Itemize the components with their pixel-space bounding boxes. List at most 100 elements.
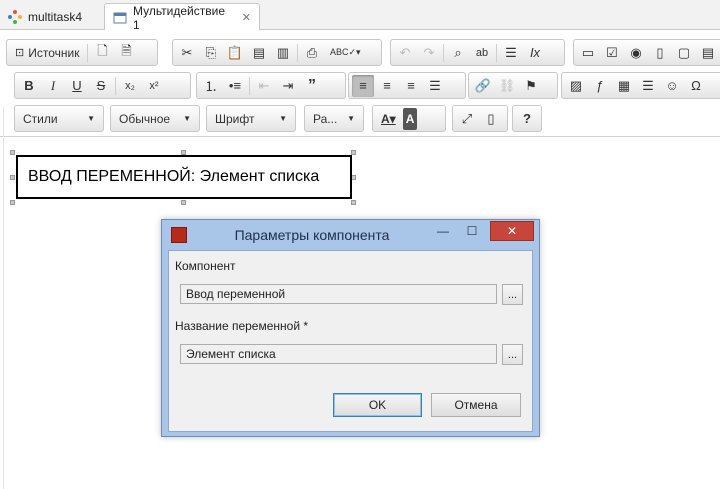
find-icon[interactable]: ⌕ <box>447 42 469 64</box>
toolbar-separator <box>249 76 250 95</box>
align-right-icon[interactable]: ≡ <box>400 75 422 97</box>
app-dots-icon <box>8 9 22 24</box>
background-color-icon[interactable]: A <box>402 107 418 130</box>
underline-icon[interactable]: U <box>66 75 88 97</box>
tab-close-icon[interactable]: ✕ <box>242 11 251 24</box>
blockquote-icon[interactable]: ” <box>301 75 323 97</box>
superscript-icon[interactable]: x² <box>143 75 165 97</box>
toolbar-group-paragraph: ⒈ •≡ ⇤ ⇥ ” <box>196 72 346 99</box>
flash-icon[interactable]: ƒ <box>589 75 611 97</box>
paste-icon[interactable]: 📋 <box>224 42 246 64</box>
ok-button[interactable]: OK <box>333 393 422 417</box>
numbered-list-icon[interactable]: ⒈ <box>200 75 222 97</box>
toolbar-divider <box>0 136 720 137</box>
close-button[interactable]: ✕ <box>490 221 534 241</box>
align-left-icon[interactable]: ≡ <box>352 74 374 97</box>
outdent-icon[interactable]: ⇤ <box>253 75 275 97</box>
cancel-button[interactable]: Отмена <box>431 393 521 417</box>
table-icon[interactable]: ▦ <box>613 75 635 97</box>
chevron-down-icon: ▼ <box>279 114 287 123</box>
unlink-icon[interactable]: ⛓ <box>496 75 518 97</box>
toolbar-group-clipboard: ✂ ⎘ 📋 ▤ ▥ ⎙ ABC✓▾ <box>172 39 382 66</box>
toolbar-group-basicstyles: B I U S x₂ x² <box>14 72 191 99</box>
toolbar-separator <box>87 43 89 62</box>
resize-handle[interactable] <box>10 200 15 205</box>
new-page-icon[interactable]: 🗋 <box>91 42 113 64</box>
component-parameters-dialog: Параметры компонента — ☐ ✕ Компонент Вво… <box>161 219 540 437</box>
dialog-title: Параметры компонента <box>234 227 390 243</box>
undo-icon[interactable]: ↶ <box>394 42 416 64</box>
variable-name-field[interactable]: Элемент списка <box>180 344 497 364</box>
cut-icon[interactable]: ✂ <box>176 42 198 64</box>
component-label: Компонент <box>175 259 236 273</box>
toolbar-separator <box>297 43 298 62</box>
resize-handle[interactable] <box>10 150 15 155</box>
paste-text-icon[interactable]: ▤ <box>248 42 270 64</box>
subscript-icon[interactable]: x₂ <box>119 75 141 97</box>
horizontal-rule-icon[interactable]: ☰ <box>637 75 659 97</box>
toolbar-group-forms: ▭ ☑ ◉ ▯ ▢ ▤ <box>573 39 720 66</box>
anchor-flag-icon[interactable]: ⚑ <box>520 75 542 97</box>
toolbar-separator <box>443 43 444 62</box>
tab-multitask4[interactable]: multitask4 <box>0 3 104 30</box>
toolbar-group-tools: ⤢ ▯ <box>452 105 508 132</box>
chevron-down-icon: ▼ <box>347 114 355 123</box>
tab-multiaction[interactable]: Мультидействие 1 ✕ <box>104 3 260 32</box>
align-justify-icon[interactable]: ☰ <box>424 75 446 97</box>
component-browse-button[interactable]: ... <box>502 284 523 305</box>
toolbar-group-colors: A▾ A <box>372 105 446 132</box>
component-field[interactable]: Ввод переменной <box>180 284 497 304</box>
paste-word-icon[interactable]: ▥ <box>272 42 294 64</box>
select-field-icon[interactable]: ▤ <box>697 42 719 64</box>
variable-input-placeholder[interactable]: ВВОД ПЕРЕМЕННОЙ: Элемент списка <box>16 155 352 199</box>
resize-handle[interactable] <box>181 200 186 205</box>
remove-format-icon[interactable]: Ix <box>524 42 546 64</box>
size-dropdown[interactable]: Ра... ▼ <box>304 105 364 132</box>
toolbar-separator <box>115 76 116 95</box>
help-icon[interactable]: ? <box>516 108 538 130</box>
preview-icon[interactable]: 🗎 <box>115 42 137 64</box>
align-center-icon[interactable]: ≡ <box>376 75 398 97</box>
dialog-body: Компонент Ввод переменной ... Название п… <box>168 250 533 432</box>
styles-dropdown[interactable]: Стили ▼ <box>14 105 104 132</box>
radio-icon[interactable]: ◉ <box>625 42 647 64</box>
toolbar-group-document: ⊡ Источник 🗋 🗎 <box>6 39 158 66</box>
minimize-button[interactable]: — <box>430 221 456 241</box>
link-icon[interactable]: 🔗 <box>472 75 494 97</box>
show-blocks-icon[interactable]: ▯ <box>480 108 502 130</box>
textarea-icon[interactable]: ▢ <box>673 42 695 64</box>
smiley-icon[interactable]: ☺ <box>661 75 683 97</box>
indent-icon[interactable]: ⇥ <box>277 75 299 97</box>
special-char-icon[interactable]: Ω <box>685 75 707 97</box>
variable-browse-button[interactable]: ... <box>502 344 523 365</box>
toolbar-separator <box>496 43 497 62</box>
resize-handle[interactable] <box>351 200 356 205</box>
italic-icon[interactable]: I <box>42 75 64 97</box>
strike-icon[interactable]: S <box>90 75 112 97</box>
spellcheck-icon[interactable]: ABC✓▾ <box>325 42 366 64</box>
source-icon: ⊡ <box>15 47 25 59</box>
chevron-down-icon: ▼ <box>87 114 95 123</box>
select-all-icon[interactable]: ☰ <box>500 42 522 64</box>
checkbox-icon[interactable]: ☑ <box>601 42 623 64</box>
source-button[interactable]: ⊡ Источник <box>10 42 84 64</box>
toolbar-group-align: ≡ ≡ ≡ ☰ <box>348 72 466 99</box>
font-dropdown[interactable]: Шрифт ▼ <box>206 105 296 132</box>
redo-icon[interactable]: ↷ <box>418 42 440 64</box>
resize-handle[interactable] <box>10 175 15 180</box>
form-icon[interactable]: ▭ <box>577 42 599 64</box>
dialog-title-bar[interactable]: Параметры компонента — ☐ ✕ <box>162 220 539 250</box>
textfield-icon[interactable]: ▯ <box>649 42 671 64</box>
text-color-icon[interactable]: A▾ <box>376 108 401 130</box>
copy-icon[interactable]: ⎘ <box>200 42 222 64</box>
bold-icon[interactable]: B <box>18 75 40 97</box>
maximize-icon[interactable]: ⤢ <box>456 108 478 130</box>
image-icon[interactable]: ▨ <box>565 75 587 97</box>
maximize-button[interactable]: ☐ <box>459 221 485 241</box>
editor-toolbars: ⊡ Источник 🗋 🗎 ✂ ⎘ 📋 ▤ ▥ ⎙ ABC✓▾ ↶ ↷ ⌕ a… <box>6 34 720 136</box>
replace-icon[interactable]: ab <box>471 42 493 64</box>
toolbar-group-links: 🔗 ⛓ ⚑ <box>468 72 558 99</box>
print-icon[interactable]: ⎙ <box>301 42 323 64</box>
bulleted-list-icon[interactable]: •≡ <box>224 75 246 97</box>
format-dropdown[interactable]: Обычное ▼ <box>110 105 200 132</box>
